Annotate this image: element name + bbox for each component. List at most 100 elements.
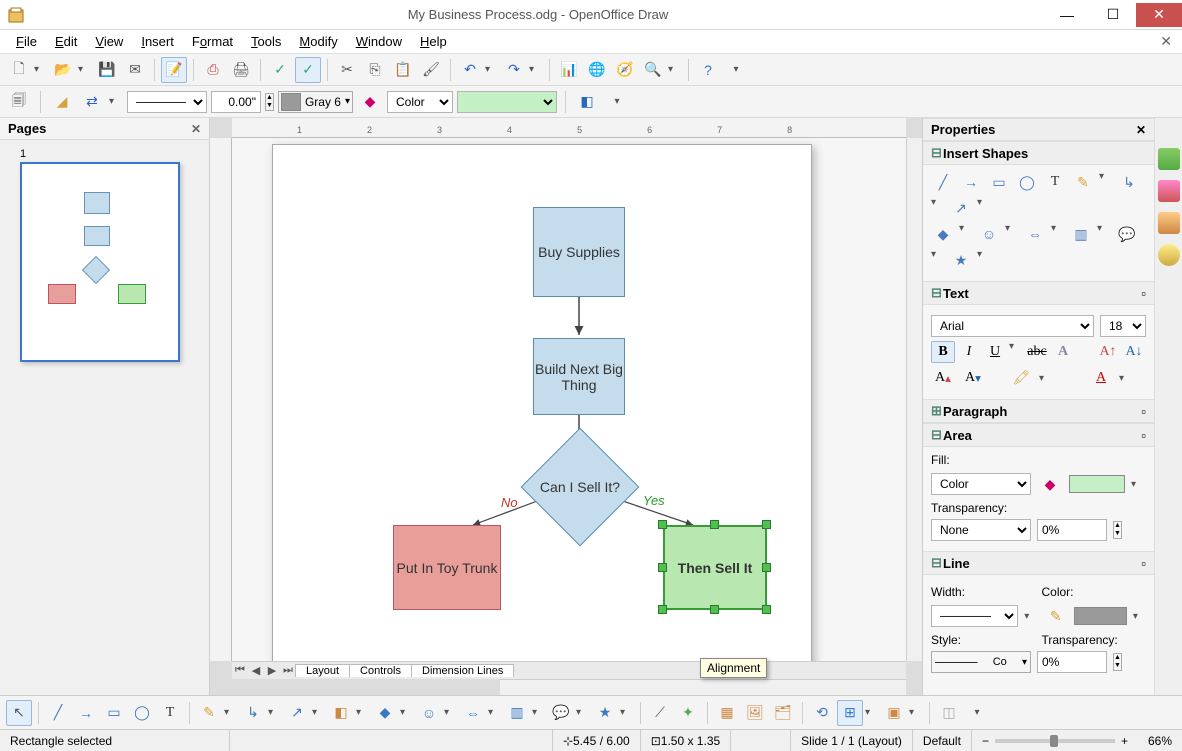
spinner-up[interactable]: ▲ — [1114, 654, 1121, 662]
sidebar-tab-properties[interactable] — [1158, 148, 1180, 170]
tab-nav-first[interactable]: ⏮ — [232, 664, 248, 677]
fill-mode-select[interactable]: Color — [387, 91, 453, 113]
section-more-icon[interactable]: ▫ — [1141, 428, 1146, 443]
toolbar2-options[interactable]: ▾ — [604, 89, 630, 115]
shape-basic-icon[interactable]: ◆ — [931, 223, 955, 245]
tab-dimension[interactable]: Dimension Lines — [411, 664, 514, 677]
close-document-button[interactable]: ✕ — [1160, 33, 1172, 50]
block-arrows-tool[interactable]: ⇔ — [460, 700, 486, 726]
subscript-button[interactable]: A▾ — [961, 367, 985, 389]
toolbar-options[interactable]: ▾ — [723, 57, 749, 83]
selection-handle[interactable] — [658, 520, 667, 529]
strike-button[interactable]: abc — [1025, 341, 1049, 363]
chart-button[interactable]: 📊 — [556, 57, 582, 83]
shape-symbol-icon[interactable]: ☺ — [977, 223, 1001, 245]
font-color-button[interactable]: A — [1089, 367, 1113, 389]
menu-help[interactable]: Help — [412, 32, 455, 51]
selection-handle[interactable] — [658, 563, 667, 572]
shadow-text-button[interactable]: A — [1051, 341, 1075, 363]
shape-callout-icon[interactable]: 💬 — [1115, 223, 1139, 245]
sidebar-tab-navigator[interactable] — [1158, 244, 1180, 266]
section-more-icon[interactable]: ▫ — [1141, 286, 1146, 301]
lines-arrows-tool[interactable]: ↗ — [284, 700, 310, 726]
curve-dropdown[interactable]: ▾ — [224, 707, 238, 718]
redo-button[interactable]: ↷ — [501, 57, 527, 83]
menu-view[interactable]: View — [87, 32, 131, 51]
transparency-type-select[interactable]: None — [931, 519, 1031, 541]
shape-buy-supplies[interactable]: Buy Supplies — [533, 207, 625, 297]
shape-sell-it[interactable]: Then Sell It — [663, 525, 767, 610]
copy-button[interactable]: ⎘ — [362, 57, 388, 83]
new-button[interactable]: 🗋 — [6, 57, 32, 83]
arrow-tool[interactable]: → — [73, 700, 99, 726]
drawing-canvas[interactable]: Buy Supplies Build Next Big Thing Can I … — [232, 138, 906, 661]
alignment-tool[interactable]: ⊞ — [837, 700, 863, 726]
menu-tools[interactable]: Tools — [243, 32, 289, 51]
ellipse-tool[interactable]: ◯ — [129, 700, 155, 726]
menu-edit[interactable]: Edit — [47, 32, 85, 51]
shape-star-icon[interactable]: ★ — [949, 249, 973, 271]
new-dropdown[interactable]: ▾ — [34, 64, 48, 75]
fontwork-tool[interactable]: ▦ — [714, 700, 740, 726]
tab-controls[interactable]: Controls — [349, 664, 412, 677]
shape-lines-icon[interactable]: ↗ — [949, 197, 973, 219]
expand-icon[interactable]: ⊞ — [931, 403, 943, 419]
star-tool[interactable]: ★ — [592, 700, 618, 726]
page-thumbnail[interactable]: 1 — [20, 148, 189, 362]
selection-handle[interactable] — [658, 605, 667, 614]
menu-file[interactable]: File — [8, 32, 45, 51]
line-style-select[interactable]: ─────── — [127, 91, 207, 113]
select-tool[interactable]: ↖ — [6, 700, 32, 726]
autospell-button[interactable]: ✓ — [295, 57, 321, 83]
section-more-icon[interactable]: ▫ — [1141, 404, 1146, 419]
basic-dropdown[interactable]: ▾ — [400, 707, 414, 718]
minimize-button[interactable]: — — [1044, 3, 1090, 27]
redo-dropdown[interactable]: ▾ — [529, 64, 543, 75]
sidebar-tab-styles[interactable] — [1158, 212, 1180, 234]
symbol-dropdown[interactable]: ▾ — [444, 707, 458, 718]
zoom-dropdown[interactable]: ▾ — [668, 64, 682, 75]
connector-dropdown[interactable]: ▾ — [268, 707, 282, 718]
superscript-button[interactable]: A▴ — [931, 367, 955, 389]
expand-icon[interactable]: ⊟ — [931, 145, 943, 161]
rect-tool[interactable]: ▭ — [101, 700, 127, 726]
italic-button[interactable]: I — [957, 341, 981, 363]
sidebar-tab-gallery[interactable] — [1158, 180, 1180, 202]
zoom-out-icon[interactable]: − — [982, 734, 989, 748]
shape-line-icon[interactable]: ╱ — [931, 171, 955, 193]
pencil-icon[interactable]: ✎ — [1043, 603, 1068, 629]
open-dropdown[interactable]: ▾ — [78, 64, 92, 75]
section-more-icon[interactable]: ▫ — [1141, 556, 1146, 571]
cut-button[interactable]: ✂ — [334, 57, 360, 83]
line-width-input[interactable] — [211, 91, 261, 113]
help-button[interactable]: ? — [695, 57, 721, 83]
navigator-button[interactable]: 🧭 — [612, 57, 638, 83]
expand-icon[interactable]: ⊟ — [931, 427, 943, 443]
shape-build-next[interactable]: Build Next Big Thing — [533, 338, 625, 415]
export-pdf-button[interactable]: ⎙ — [200, 57, 226, 83]
underline-button[interactable]: U — [983, 341, 1007, 363]
connector-tool[interactable]: ↳ — [240, 700, 266, 726]
3d-tool[interactable]: ◧ — [328, 700, 354, 726]
fill-color-swatch[interactable] — [1069, 475, 1125, 493]
selection-handle[interactable] — [710, 520, 719, 529]
paste-button[interactable]: 📋 — [390, 57, 416, 83]
shape-rect-icon[interactable]: ▭ — [987, 171, 1011, 193]
line-transparency-input[interactable] — [1037, 651, 1107, 673]
maximize-button[interactable]: ☐ — [1090, 3, 1136, 27]
rotate-tool[interactable]: ⟲ — [809, 700, 835, 726]
undo-button[interactable]: ↶ — [457, 57, 483, 83]
decrease-font-button[interactable]: A↓ — [1122, 341, 1146, 363]
extrusion-tool[interactable]: ◫ — [936, 700, 962, 726]
linewidth-up[interactable]: ▲ — [266, 94, 273, 102]
shape-ellipse-icon[interactable]: ◯ — [1015, 171, 1039, 193]
lines-dropdown[interactable]: ▾ — [312, 707, 326, 718]
zoom-slider[interactable] — [995, 739, 1115, 743]
gallery-tool[interactable]: 🗂 — [770, 700, 796, 726]
star-dropdown[interactable]: ▾ — [620, 707, 634, 718]
menu-insert[interactable]: Insert — [133, 32, 182, 51]
shape-block-arrow-icon[interactable]: ⇔ — [1023, 223, 1047, 245]
menu-format[interactable]: Format — [184, 32, 241, 51]
arrange-dropdown[interactable]: ▾ — [909, 707, 923, 718]
basic-shapes-tool[interactable]: ◆ — [372, 700, 398, 726]
